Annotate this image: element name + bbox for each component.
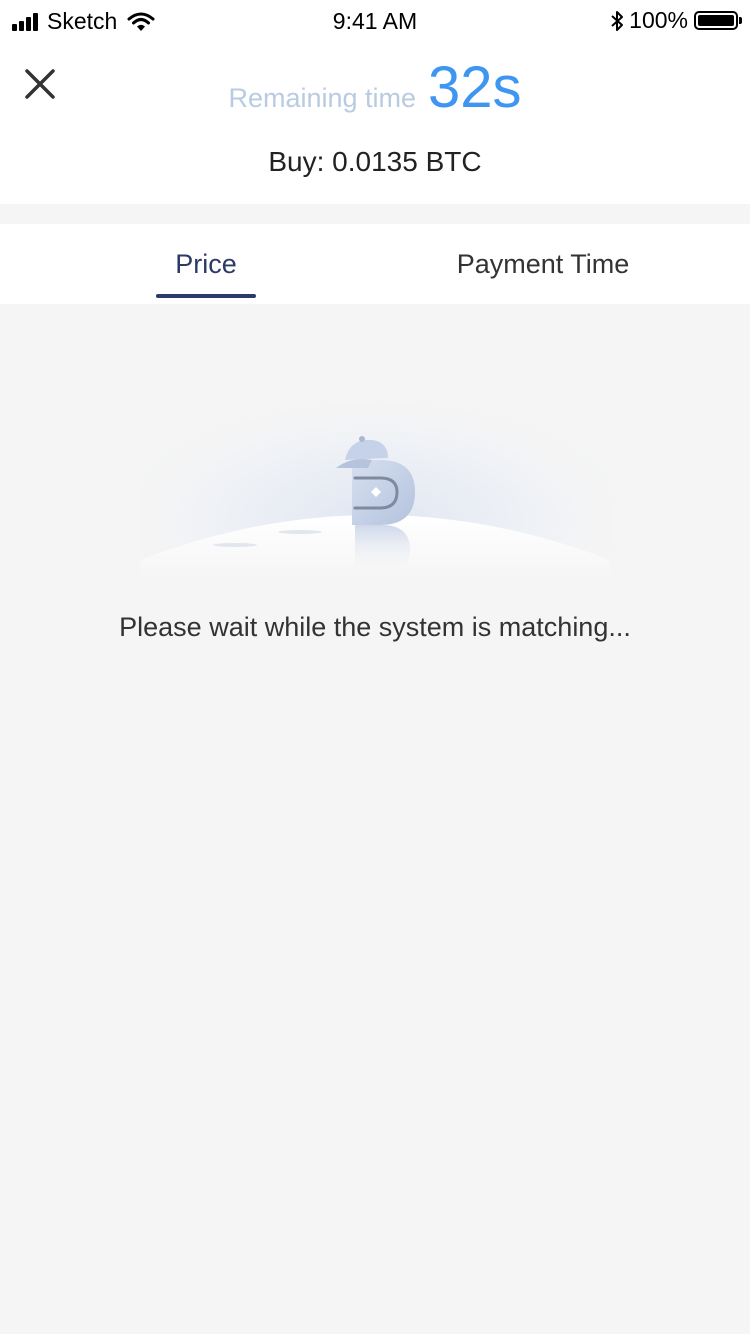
battery-icon [694, 11, 742, 30]
battery-percent: 100% [629, 7, 688, 33]
tab-bar: Price Payment Time [0, 224, 750, 304]
matching-illustration [140, 350, 610, 580]
remaining-time-value: 32s [428, 55, 522, 120]
bluetooth-icon [611, 10, 624, 31]
remaining-time: Remaining time 32s [0, 54, 750, 121]
battery-level [698, 15, 734, 26]
screen: Sketch 9:41 AM 100% Remaining time 32s B… [0, 0, 750, 1334]
header: Remaining time 32s Buy: 0.0135 BTC [0, 44, 750, 204]
active-tab-indicator [156, 294, 256, 298]
remaining-time-label: Remaining time [228, 83, 417, 113]
status-bar: Sketch 9:41 AM 100% [0, 0, 750, 44]
status-right: 100% [609, 7, 742, 34]
buy-amount: Buy: 0.0135 BTC [268, 146, 482, 177]
tab-payment-time[interactable]: Payment Time [393, 224, 693, 304]
tab-price[interactable]: Price [106, 224, 306, 304]
matching-message: Please wait while the system is matching… [119, 612, 631, 642]
